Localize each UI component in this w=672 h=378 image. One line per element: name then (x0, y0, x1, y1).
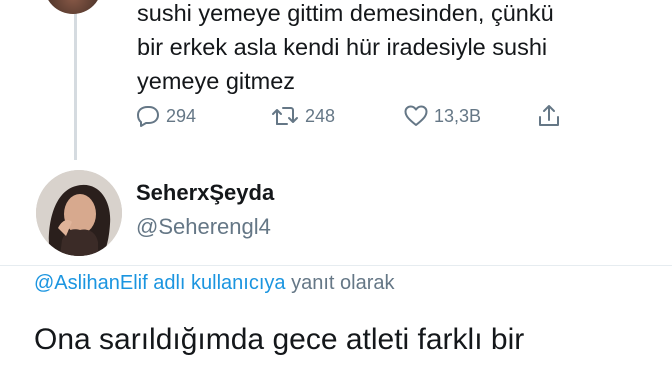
divider (0, 265, 672, 266)
reply-count: 294 (166, 105, 197, 126)
tweet-text-line: bir erkek asla kendi hür iradesiyle sush… (137, 34, 548, 60)
share-icon (539, 105, 559, 126)
thread-connector-line (74, 0, 77, 160)
reply-to-suffix: yanıt olarak (291, 272, 395, 294)
share-button[interactable] (536, 103, 562, 129)
previous-tweet-avatar[interactable] (44, 0, 102, 14)
reply-icon (137, 106, 159, 127)
profile-photo (36, 170, 122, 256)
reply-to-mention-link[interactable]: @AslihanElif adlı kullanıcıya (34, 272, 286, 294)
like-button[interactable]: 13,3B (403, 104, 481, 128)
user-handle[interactable]: @Seherengl4 (136, 214, 271, 240)
heart-icon (404, 105, 428, 126)
display-name[interactable]: SeherxŞeyda (136, 180, 274, 206)
avatar[interactable] (36, 170, 122, 256)
tweet-text-line: sushi yemeye gittim demesinden, çünkü (137, 0, 554, 26)
retweet-icon (272, 107, 298, 125)
reply-context: @AslihanElif adlı kullanıcıya yanıt olar… (34, 272, 395, 295)
retweet-count: 248 (305, 105, 336, 126)
retweet-button[interactable]: 248 (270, 104, 335, 128)
tweet-text-line: yemeye gitmez (137, 68, 296, 94)
tweet-body-text: Ona sarıldığımda gece atleti farklı bir (34, 323, 525, 356)
like-count: 13,3B (434, 105, 482, 126)
reply-button[interactable]: 294 (135, 104, 196, 128)
previous-tweet-text: sushi yemeye gittim demesinden, çünkü bi… (137, 0, 657, 98)
